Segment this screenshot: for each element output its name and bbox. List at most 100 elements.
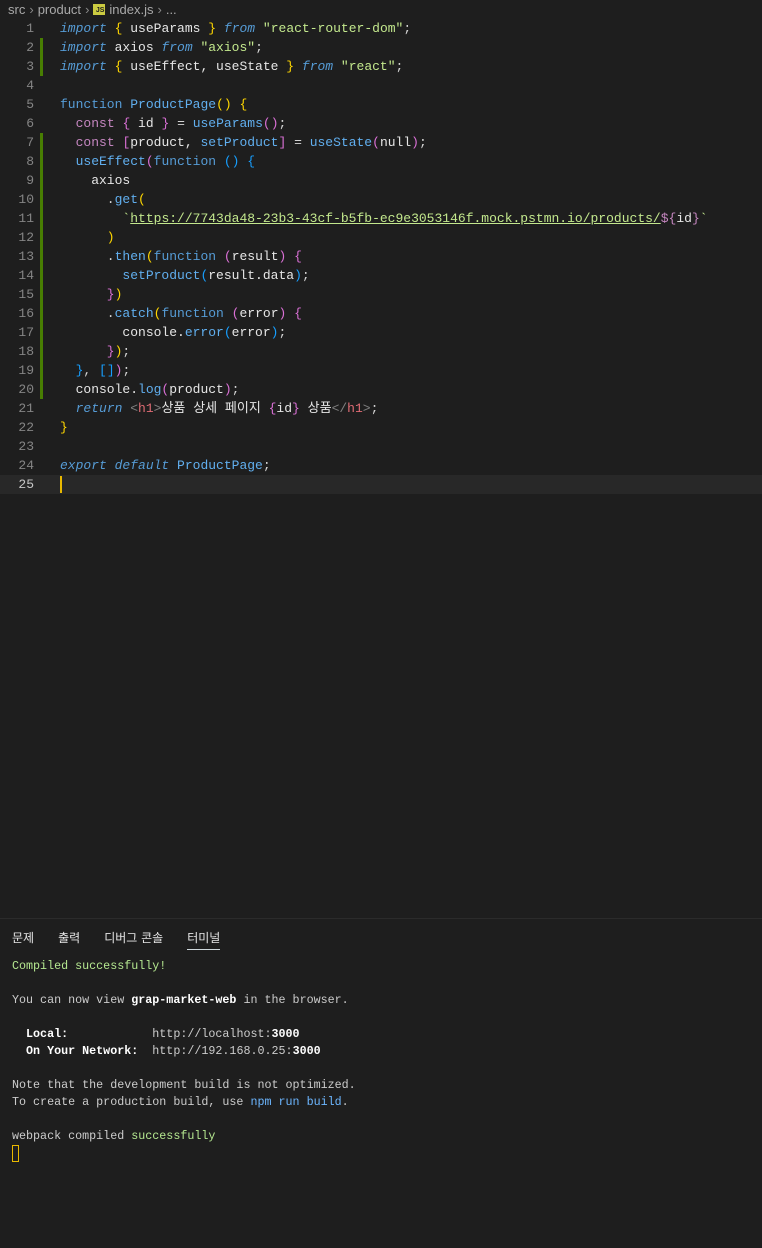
git-modified-indicator[interactable]: [40, 57, 43, 76]
git-modified-indicator[interactable]: [40, 38, 43, 57]
code-token: ;: [278, 116, 287, 131]
git-modified-indicator[interactable]: [40, 171, 43, 190]
line-number: 17: [18, 325, 34, 340]
line-number: 12: [18, 230, 34, 245]
code-text: const { id } = useParams();: [60, 114, 287, 133]
git-modified-indicator[interactable]: [40, 304, 43, 323]
code-token: setProduct: [200, 135, 279, 150]
code-line[interactable]: 12 ): [0, 228, 762, 247]
code-token: import: [60, 40, 107, 55]
code-token: error: [239, 306, 279, 321]
code-line[interactable]: 6 const { id } = useParams();: [0, 114, 762, 133]
code-line[interactable]: 18 });: [0, 342, 762, 361]
code-token: (: [145, 249, 154, 264]
code-line[interactable]: 23: [0, 437, 762, 456]
code-line[interactable]: 8 useEffect(function () {: [0, 152, 762, 171]
breadcrumb-more[interactable]: ...: [166, 2, 177, 17]
line-number: 3: [26, 59, 34, 74]
git-modified-indicator[interactable]: [40, 380, 43, 399]
line-number: 7: [26, 135, 34, 150]
git-modified-indicator[interactable]: [40, 152, 43, 171]
code-line[interactable]: 20 console.log(product);: [0, 380, 762, 399]
code-token: const: [75, 116, 115, 131]
code-line[interactable]: 5 function ProductPage() {: [0, 95, 762, 114]
terminal-line: On Your Network: http://192.168.0.25:300…: [12, 1043, 356, 1060]
terminal-line: Local: http://localhost:3000: [12, 1026, 356, 1043]
code-token: from: [161, 40, 193, 55]
terminal-cursor: [12, 1145, 19, 1162]
terminal-text: grap-market-web: [131, 993, 237, 1007]
code-line[interactable]: 25: [0, 475, 762, 494]
code-text: }: [60, 418, 68, 437]
git-modified-indicator[interactable]: [40, 133, 43, 152]
terminal-text: successfully: [131, 1129, 216, 1143]
code-line[interactable]: 13 .then(function (result) {: [0, 247, 762, 266]
terminal-output[interactable]: Compiled successfully! You can now view g…: [12, 958, 356, 1162]
git-modified-indicator[interactable]: [40, 285, 43, 304]
terminal-line: webpack compiled successfully: [12, 1128, 356, 1145]
code-text: import axios from "axios";: [60, 38, 263, 57]
code-text: }, []);: [60, 361, 131, 380]
code-token: ;: [122, 363, 131, 378]
code-editor[interactable]: 1 import { useParams } from "react-router…: [0, 19, 762, 494]
code-line[interactable]: 22}: [0, 418, 762, 437]
code-line[interactable]: 9 axios: [0, 171, 762, 190]
code-token: product: [169, 382, 224, 397]
terminal-text: Note that the development build is not o…: [12, 1078, 356, 1092]
code-line[interactable]: 14 setProduct(result.data);: [0, 266, 762, 285]
chevron-right-icon: ›: [157, 1, 162, 17]
panel-tab[interactable]: 터미널: [187, 929, 221, 950]
code-line[interactable]: 4: [0, 76, 762, 95]
terminal-prompt[interactable]: [12, 1145, 356, 1162]
git-modified-indicator[interactable]: [40, 228, 43, 247]
line-number: 14: [18, 268, 34, 283]
code-token: import: [60, 21, 107, 36]
code-line[interactable]: 19 }, []);: [0, 361, 762, 380]
panel-tab[interactable]: 디버그 콘솔: [104, 929, 163, 950]
panel-tab[interactable]: 출력: [58, 929, 80, 950]
code-line[interactable]: 24 export default ProductPage;: [0, 456, 762, 475]
code-line[interactable]: 16 .catch(function (error) {: [0, 304, 762, 323]
line-number: 21: [18, 401, 34, 416]
code-line[interactable]: 2 import axios from "axios";: [0, 38, 762, 57]
code-token: ;: [231, 382, 240, 397]
code-token: <: [130, 401, 139, 416]
git-modified-indicator[interactable]: [40, 323, 43, 342]
code-line[interactable]: 21 return <h1>상품 상세 페이지 {id} 상품</h1>;: [0, 399, 762, 418]
git-modified-indicator[interactable]: [40, 361, 43, 380]
breadcrumb-file[interactable]: index.js: [109, 2, 153, 17]
code-token: h1: [138, 401, 154, 416]
code-line[interactable]: 7 const [product, setProduct] = useState…: [0, 133, 762, 152]
code-text: import { useEffect, useState } from "rea…: [60, 57, 403, 76]
code-line[interactable]: 3 import { useEffect, useState } from "re…: [0, 57, 762, 76]
panel-tab[interactable]: 문제: [12, 929, 34, 950]
git-modified-indicator[interactable]: [40, 247, 43, 266]
code-token: (): [223, 154, 240, 169]
code-line[interactable]: 1 import { useParams } from "react-router…: [0, 19, 762, 38]
code-line[interactable]: 11 ` https://7743da48-23b3-43cf-b5fb-ec9e…: [0, 209, 762, 228]
chevron-right-icon: ›: [29, 1, 34, 17]
line-number: 24: [18, 458, 34, 473]
breadcrumb-src[interactable]: src: [8, 2, 25, 17]
js-file-icon: JS: [93, 3, 106, 15]
terminal-text: To create a production build, use: [12, 1095, 251, 1109]
code-token: console.: [60, 325, 185, 340]
code-line[interactable]: 10 .get(: [0, 190, 762, 209]
git-modified-indicator[interactable]: [40, 266, 43, 285]
breadcrumb-product[interactable]: product: [38, 2, 81, 17]
git-modified-indicator[interactable]: [40, 342, 43, 361]
code-token: https://7743da48-23b3-43cf-b5fb-ec9e3053…: [130, 211, 661, 226]
git-modified-indicator[interactable]: [40, 190, 43, 209]
code-line[interactable]: 17 console.error(error);: [0, 323, 762, 342]
code-text: });: [60, 342, 130, 361]
git-modified-indicator[interactable]: [40, 209, 43, 228]
code-token: ): [114, 287, 123, 302]
code-line[interactable]: 15 }): [0, 285, 762, 304]
line-number: 8: [26, 154, 34, 169]
code-token: h1: [347, 401, 363, 416]
